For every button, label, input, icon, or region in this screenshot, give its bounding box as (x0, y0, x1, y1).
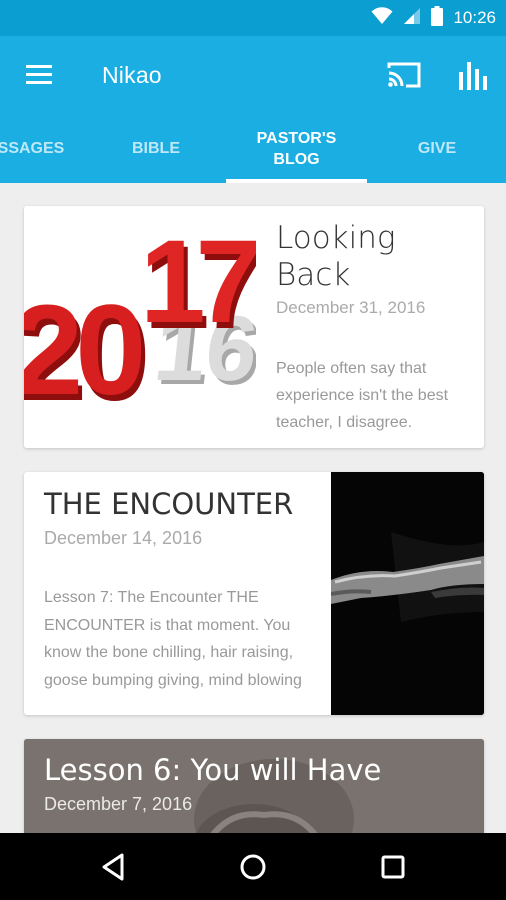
svg-text:20: 20 (24, 279, 141, 422)
tab-indicator (226, 179, 367, 183)
excerpt-fade (44, 688, 314, 706)
tab-pastors-blog-label: PASTOR'S BLOG (256, 129, 337, 168)
cast-icon (387, 62, 421, 88)
signal-icon (403, 7, 421, 30)
tab-bar: SSAGES BIBLE PASTOR'S BLOG GIVE (0, 114, 506, 183)
bar-chart-icon (459, 62, 487, 90)
tab-messages[interactable]: SSAGES (0, 114, 72, 183)
post-date: December 14, 2016 (44, 528, 203, 548)
wifi-icon (371, 6, 393, 30)
recents-icon (381, 855, 405, 879)
back-icon (102, 853, 124, 881)
post-title: Lesson 6: You will Have (44, 753, 382, 787)
post-excerpt: Lesson 7: The Encounter THE ENCOUNTER is… (44, 584, 314, 706)
post-excerpt-text: Lesson 7: The Encounter THE ENCOUNTER is… (44, 589, 302, 689)
navigation-bar (0, 833, 506, 900)
svg-text:17: 17 (140, 216, 256, 348)
post-image: 16 16 20 20 17 17 (24, 206, 256, 448)
recents-button[interactable] (376, 850, 410, 884)
post-image (331, 472, 484, 715)
blog-post-card[interactable]: THE ENCOUNTER December 14, 2016 Lesson 7… (24, 472, 484, 715)
app-bar: Nikao (0, 36, 506, 114)
home-icon (240, 854, 266, 880)
menu-button[interactable] (24, 60, 56, 90)
back-button[interactable] (96, 850, 130, 884)
status-icons: 10:26 (371, 5, 496, 31)
blog-post-card[interactable]: 16 16 20 20 17 17 Looking Back December … (24, 206, 484, 448)
cast-button[interactable] (386, 60, 422, 90)
post-title: Looking Back (276, 220, 396, 293)
tab-give[interactable]: GIVE (377, 114, 497, 183)
tab-pastors-blog[interactable]: PASTOR'S BLOG (226, 114, 367, 183)
post-date: December 31, 2016 (276, 298, 426, 317)
post-excerpt: People often say that experience isn't t… (276, 360, 449, 431)
battery-icon (431, 5, 444, 31)
post-date: December 7, 2016 (44, 794, 193, 814)
home-button[interactable] (236, 850, 270, 884)
status-bar: 10:26 (0, 0, 506, 36)
status-time: 10:26 (453, 8, 496, 27)
stats-button[interactable] (456, 58, 490, 92)
post-title: THE ENCOUNTER (44, 487, 294, 521)
menu-icon (26, 65, 52, 84)
tab-bible[interactable]: BIBLE (96, 114, 216, 183)
app-title: Nikao (102, 62, 162, 88)
